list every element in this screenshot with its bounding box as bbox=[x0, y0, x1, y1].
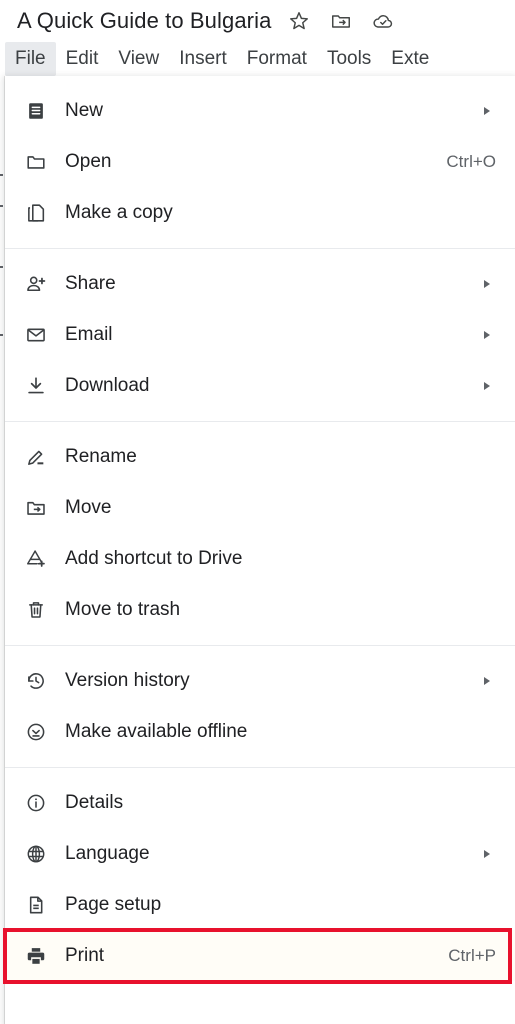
menu-item-open[interactable]: Open Ctrl+O bbox=[5, 136, 515, 187]
file-menu-panel: New Open Ctrl+O Make a copy Share Email … bbox=[3, 76, 515, 1024]
menu-item-make-available-offline[interactable]: Make available offline bbox=[5, 706, 515, 757]
chevron-right-icon bbox=[481, 848, 493, 860]
menu-separator bbox=[5, 767, 515, 768]
menu-item-label: Share bbox=[65, 272, 116, 294]
move-to-folder-icon bbox=[23, 495, 49, 521]
menu-item-label: Make a copy bbox=[65, 201, 173, 223]
menu-item-label: Email bbox=[65, 323, 113, 345]
offline-check-icon bbox=[23, 719, 49, 745]
chevron-right-icon bbox=[481, 278, 493, 290]
menubar-item-edit[interactable]: Edit bbox=[56, 42, 109, 76]
menu-item-label: Make available offline bbox=[65, 720, 248, 742]
globe-icon bbox=[23, 841, 49, 867]
menu-item-label: Rename bbox=[65, 445, 137, 467]
menu-item-share[interactable]: Share bbox=[5, 258, 515, 309]
printer-icon bbox=[23, 943, 49, 969]
menu-item-print[interactable]: Print Ctrl+P bbox=[3, 927, 515, 984]
person-add-icon bbox=[23, 271, 49, 297]
cloud-saved-icon[interactable] bbox=[372, 10, 394, 32]
info-circle-icon bbox=[23, 790, 49, 816]
menu-item-shortcut: Ctrl+P bbox=[448, 945, 496, 965]
chevron-right-icon bbox=[481, 380, 493, 392]
menu-item-details[interactable]: Details bbox=[5, 777, 515, 828]
title-bar: A Quick Guide to Bulgaria bbox=[0, 0, 515, 42]
menu-item-label: New bbox=[65, 99, 104, 121]
menu-separator bbox=[5, 248, 515, 249]
drive-shortcut-add-icon bbox=[23, 546, 49, 572]
menu-separator bbox=[5, 645, 515, 646]
menubar-item-insert[interactable]: Insert bbox=[169, 42, 237, 76]
envelope-icon bbox=[23, 322, 49, 348]
menu-item-make-a-copy[interactable]: Make a copy bbox=[5, 187, 515, 238]
menu-item-label: Version history bbox=[65, 669, 190, 691]
toolbar-nub bbox=[0, 266, 3, 268]
star-icon[interactable] bbox=[288, 10, 310, 32]
menu-item-label: Add shortcut to Drive bbox=[65, 547, 243, 569]
chevron-right-icon bbox=[481, 105, 493, 117]
chevron-right-icon bbox=[481, 675, 493, 687]
menu-bar: File Edit View Insert Format Tools Exte bbox=[0, 42, 515, 76]
move-to-folder-icon[interactable] bbox=[330, 10, 352, 32]
menu-item-label: Print bbox=[65, 944, 105, 966]
menu-item-language[interactable]: Language bbox=[5, 828, 515, 879]
toolbar-nub bbox=[0, 174, 3, 176]
menu-item-page-setup[interactable]: Page setup bbox=[5, 879, 515, 930]
menu-item-version-history[interactable]: Version history bbox=[5, 655, 515, 706]
chevron-right-icon bbox=[481, 329, 493, 341]
menu-item-move-to-trash[interactable]: Move to trash bbox=[5, 584, 515, 635]
menu-item-label: Download bbox=[65, 374, 150, 396]
menubar-item-extensions[interactable]: Exte bbox=[381, 42, 439, 76]
download-icon bbox=[23, 373, 49, 399]
menu-item-add-shortcut-to-drive[interactable]: Add shortcut to Drive bbox=[5, 533, 515, 584]
folder-icon bbox=[23, 149, 49, 175]
menu-separator bbox=[5, 421, 515, 422]
menu-item-label: Details bbox=[65, 791, 124, 813]
pencil-icon bbox=[23, 444, 49, 470]
menu-item-label: Move to trash bbox=[65, 598, 181, 620]
new-document-icon bbox=[23, 98, 49, 124]
menu-item-download[interactable]: Download bbox=[5, 360, 515, 411]
menu-item-email[interactable]: Email bbox=[5, 309, 515, 360]
toolbar-nub bbox=[0, 334, 3, 336]
menu-item-label: Open bbox=[65, 150, 112, 172]
page-setup-icon bbox=[23, 892, 49, 918]
title-icon-group bbox=[288, 10, 394, 32]
menu-item-label: Language bbox=[65, 842, 150, 864]
document-title[interactable]: A Quick Guide to Bulgaria bbox=[17, 8, 271, 34]
menu-item-shortcut: Ctrl+O bbox=[446, 151, 496, 171]
menubar-item-format[interactable]: Format bbox=[237, 42, 317, 76]
menu-item-label: Move bbox=[65, 496, 112, 518]
menu-item-label: Page setup bbox=[65, 893, 162, 915]
menubar-item-tools[interactable]: Tools bbox=[317, 42, 381, 76]
menubar-item-file[interactable]: File bbox=[5, 42, 56, 76]
toolbar-nub bbox=[0, 205, 3, 207]
copy-icon bbox=[23, 200, 49, 226]
trash-icon bbox=[23, 597, 49, 623]
menu-item-new[interactable]: New bbox=[5, 85, 515, 136]
history-clock-icon bbox=[23, 668, 49, 694]
menu-item-move[interactable]: Move bbox=[5, 482, 515, 533]
menu-item-rename[interactable]: Rename bbox=[5, 431, 515, 482]
menubar-item-view[interactable]: View bbox=[108, 42, 169, 76]
